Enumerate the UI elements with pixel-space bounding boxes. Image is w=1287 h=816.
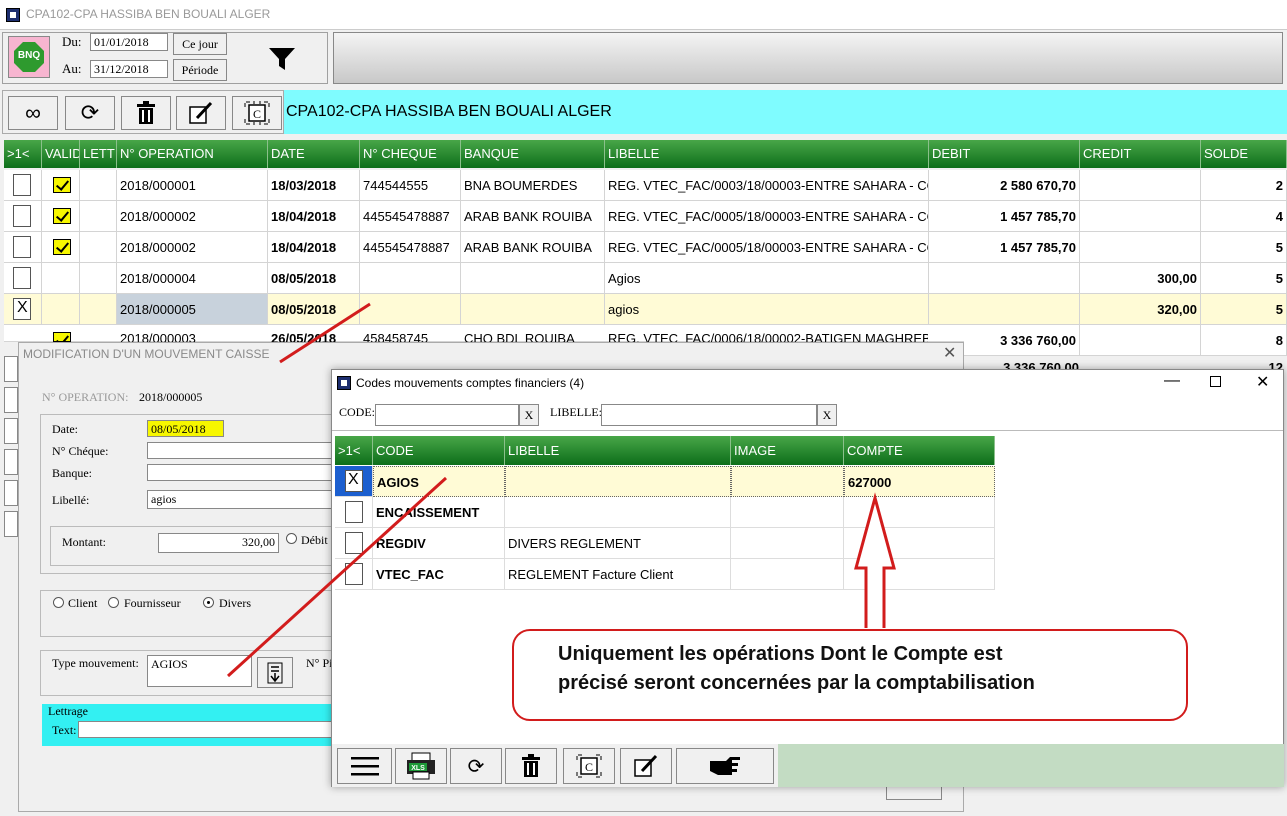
annotation-line-2: précisé seront concernées par la comptab… — [558, 672, 1035, 694]
annotation-callout: Uniquement les opérations Dont le Compte… — [512, 629, 1188, 721]
annotation-line-bottom — [226, 476, 448, 678]
annotation-line-top — [279, 302, 371, 364]
annotation-up-arrow — [854, 492, 896, 628]
annotation-line-1: Uniquement les opérations Dont le Compte… — [558, 643, 1003, 665]
